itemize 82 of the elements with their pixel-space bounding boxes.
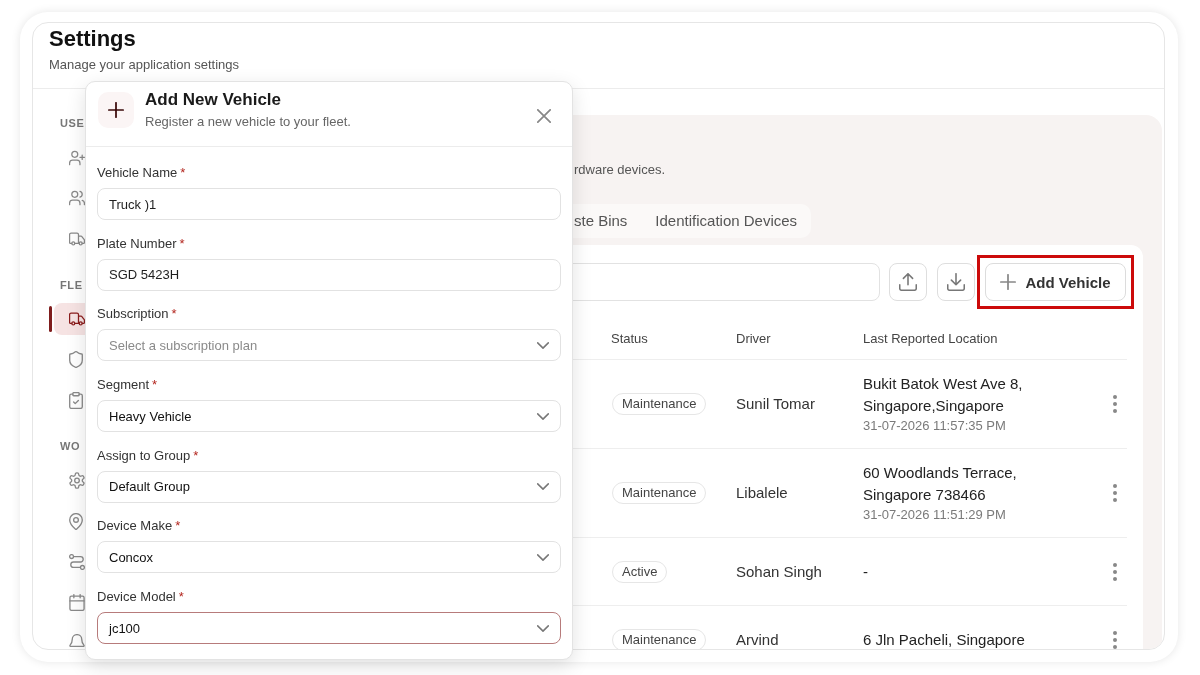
required-mark: * — [175, 518, 181, 535]
status-badge: Maintenance — [612, 482, 707, 504]
field-label: Assign to Group — [97, 447, 191, 464]
status-badge: Maintenance — [612, 393, 707, 415]
page-subtitle: Manage your application settings — [49, 57, 240, 73]
plus-icon — [1000, 274, 1017, 290]
add-vehicle-button[interactable]: Add Vehicle — [985, 263, 1126, 301]
driver-name: Arvind — [736, 629, 779, 649]
shield-icon — [69, 351, 83, 368]
status-badge: Maintenance — [612, 628, 707, 649]
chevron-down-icon — [537, 412, 549, 420]
text-input[interactable]: SGD 5423H — [97, 258, 561, 291]
row-menu-button[interactable] — [1113, 630, 1117, 649]
kebab-icon — [1113, 562, 1117, 581]
close-icon — [537, 109, 551, 123]
clipboard-check-icon — [69, 391, 83, 409]
field-label: Plate Number — [97, 235, 177, 252]
select-field[interactable]: Select a subscription plan — [97, 329, 561, 362]
section-label: USE — [60, 116, 85, 131]
settings-icon — [69, 472, 85, 489]
panel-description: rdware devices. — [574, 162, 666, 178]
location-text: 60 Woodlands Terrace, Singapore 738466 — [863, 463, 1018, 505]
location-text: 6 Jln Pacheli, Singapore — [863, 629, 1025, 649]
driver-name: Libalele — [736, 483, 788, 503]
page-title: Settings — [49, 26, 136, 52]
text-input[interactable]: Truck )1 — [97, 188, 561, 220]
required-mark: * — [171, 306, 177, 323]
download-icon — [947, 273, 965, 291]
column-header: Last Reported Location — [863, 331, 998, 346]
plus-icon — [98, 92, 134, 128]
driver-name: Sunil Tomar — [736, 394, 815, 414]
field-label: Subscription — [97, 306, 169, 323]
chevron-down-icon — [537, 341, 549, 349]
chevron-down-icon — [537, 624, 549, 632]
map-pin-icon — [69, 512, 83, 530]
kebab-icon — [1113, 395, 1117, 413]
row-menu-button[interactable] — [1113, 484, 1117, 502]
user-plus-icon — [69, 149, 85, 166]
calendar-icon — [69, 593, 85, 611]
required-mark: * — [178, 589, 184, 606]
sidebar-item[interactable] — [54, 303, 85, 335]
field-label: Vehicle Name — [97, 165, 178, 181]
upload-icon — [899, 273, 917, 291]
tab[interactable]: ste Bins — [560, 204, 642, 238]
kebab-icon — [1113, 484, 1117, 502]
required-mark: * — [193, 447, 199, 464]
field-label: Device Model — [97, 589, 176, 606]
column-header: Driver — [736, 331, 771, 346]
users-icon — [69, 190, 85, 206]
status-badge: Active — [612, 560, 668, 583]
timestamp: 31-07-2026 11:51:29 PM — [863, 506, 1006, 524]
location-text: - — [863, 561, 868, 582]
route-icon — [69, 553, 85, 570]
required-mark: * — [179, 235, 185, 252]
chevron-down-icon — [537, 483, 549, 491]
kebab-icon — [1113, 630, 1117, 649]
tab[interactable]: Identification Devices — [641, 204, 812, 238]
timestamp: 31-07-2026 11:57:35 PM — [863, 417, 1006, 435]
truck-icon — [69, 312, 85, 326]
bell-icon — [69, 634, 85, 649]
truck-icon — [69, 231, 85, 246]
required-mark: * — [180, 165, 186, 181]
select-field[interactable]: Concox — [97, 541, 561, 574]
required-mark: * — [152, 377, 158, 394]
field-label: Device Make — [97, 518, 173, 535]
section-label: FLE — [60, 277, 83, 293]
dialog-title: Add New Vehicle — [145, 89, 283, 111]
section-label: WO — [60, 439, 81, 454]
select-field[interactable]: Heavy Vehicle — [97, 400, 561, 433]
field-label: Segment — [97, 377, 150, 394]
download-button[interactable] — [937, 263, 975, 301]
upload-button[interactable] — [889, 263, 927, 301]
chevron-down-icon — [537, 553, 549, 561]
select-field[interactable]: Default Group — [97, 470, 561, 503]
row-menu-button[interactable] — [1113, 562, 1117, 581]
close-button[interactable] — [537, 109, 551, 123]
column-header: Status — [611, 331, 648, 346]
select-field[interactable]: jc100 — [97, 612, 561, 645]
driver-name: Sohan Singh — [736, 561, 822, 582]
dialog-subtitle: Register a new vehicle to your fleet. — [145, 114, 351, 130]
location-text: Bukit Batok West Ave 8, Singapore,Singapore — [863, 374, 1024, 416]
row-menu-button[interactable] — [1113, 395, 1117, 413]
